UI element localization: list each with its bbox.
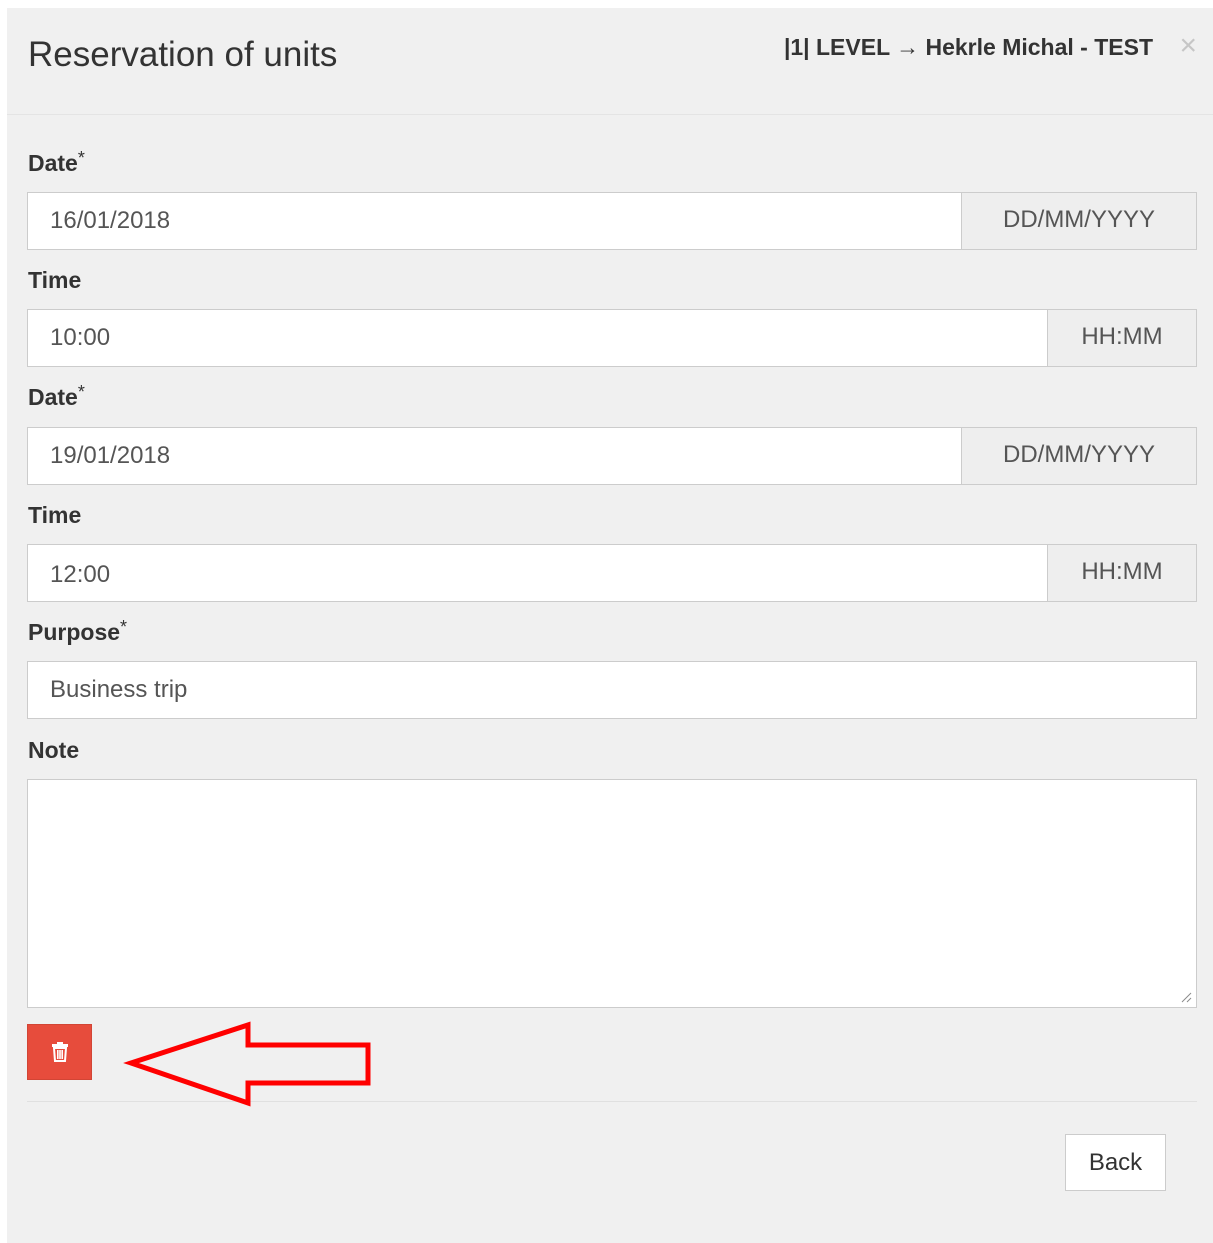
time-from-group: 10:00 HH:MM [27,309,1197,367]
footer-divider [27,1101,1197,1102]
time-to-group: 12:00 HH:MM [27,544,1197,602]
modal-title: Reservation of units [28,35,338,74]
date-to-label: Date* [28,382,85,411]
time-to-input[interactable]: 12:00 [27,544,1048,602]
time-to-label: Time [28,502,82,528]
modal-header: Reservation of units |1| LEVEL → Hekrle … [7,8,1213,115]
required-mark: * [77,148,85,168]
date-format-addon: DD/MM/YYYY [962,192,1197,250]
date-format-addon: DD/MM/YYYY [962,427,1197,485]
reservation-modal: Reservation of units |1| LEVEL → Hekrle … [7,8,1213,1243]
required-mark: * [120,617,128,637]
note-label: Note [28,737,80,763]
delete-button[interactable] [27,1024,92,1080]
required-mark: * [77,382,85,402]
modal-context-label: |1| LEVEL → Hekrle Michal - TEST [783,34,1153,60]
back-button[interactable]: Back [1065,1134,1166,1191]
date-from-input[interactable]: 16/01/2018 [27,192,962,250]
purpose-label-text: Purpose [28,619,121,645]
note-textarea[interactable] [27,779,1197,1008]
date-to-group: 19/01/2018 DD/MM/YYYY [27,427,1197,485]
date-to-label-text: Date [28,384,78,410]
purpose-input[interactable]: Business trip [27,661,1197,719]
trash-icon [51,1042,68,1062]
time-format-addon: HH:MM [1048,309,1197,367]
close-button[interactable]: × [1179,30,1197,62]
date-from-group: 16/01/2018 DD/MM/YYYY [27,192,1197,250]
time-from-input[interactable]: 10:00 [27,309,1048,367]
time-format-addon: HH:MM [1048,544,1197,602]
date-from-label-text: Date [28,150,78,176]
date-from-label: Date* [28,148,85,177]
resize-grip-icon[interactable] [1180,991,1192,1003]
time-from-label: Time [28,267,82,293]
purpose-label: Purpose* [28,617,128,646]
date-to-input[interactable]: 19/01/2018 [27,427,962,485]
